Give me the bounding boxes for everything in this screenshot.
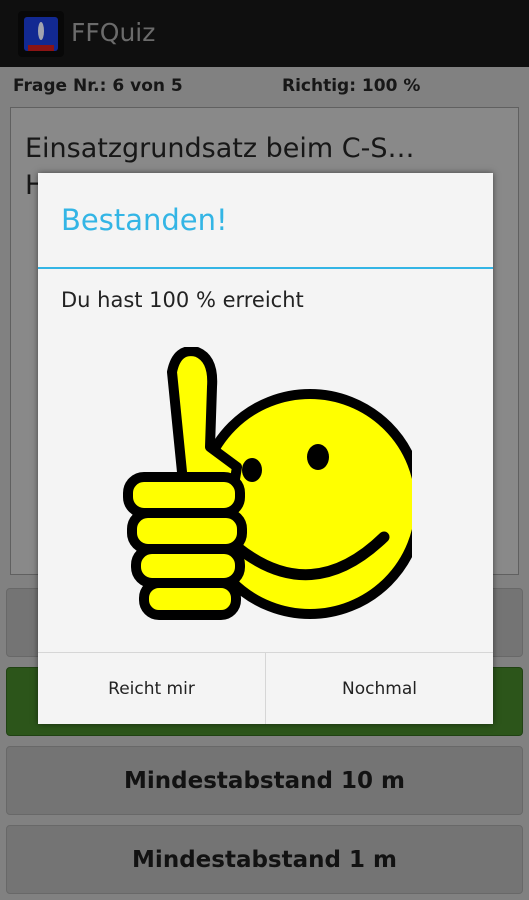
dialog-divider xyxy=(38,267,493,269)
thumbs-up-smiley-icon xyxy=(122,346,425,637)
dialog-button-bar: Reicht mir Nochmal xyxy=(38,652,493,724)
result-dialog: Bestanden! Du hast 100 % erreicht Reicht… xyxy=(38,173,493,724)
dialog-title: Bestanden! xyxy=(61,203,228,237)
dialog-message: Du hast 100 % erreicht xyxy=(61,288,304,312)
enough-button[interactable]: Reicht mir xyxy=(38,653,266,724)
retry-button[interactable]: Nochmal xyxy=(266,653,493,724)
